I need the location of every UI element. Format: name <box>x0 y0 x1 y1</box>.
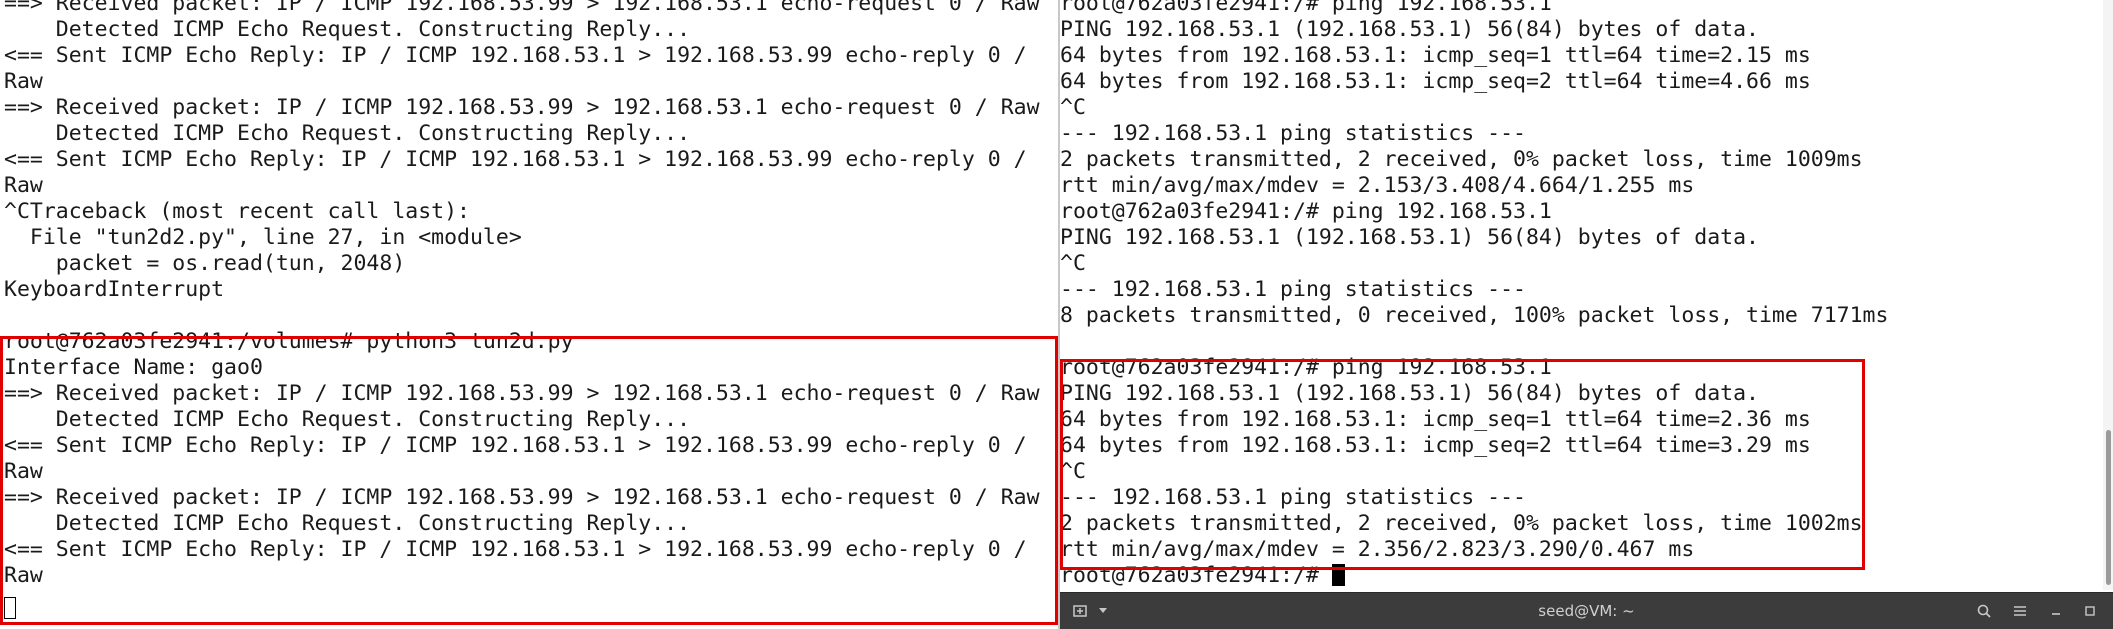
terminal-line: ==> Received packet: IP / ICMP 192.168.5… <box>4 0 1040 16</box>
right-terminal-pane[interactable]: root@762a03fe2941:/# ping 192.168.53.1 PI… <box>1060 0 2113 629</box>
terminal-cursor <box>1331 564 1345 586</box>
terminal-line: ^C <box>1060 459 1086 484</box>
terminal-line: <== Sent ICMP Echo Reply: IP / ICMP 192.… <box>4 43 1027 68</box>
terminal-prompt-line[interactable]: root@762a03fe2941:/# <box>1060 563 1888 589</box>
new-tab-icon[interactable] <box>1068 598 1092 624</box>
terminal-cursor-inactive <box>4 597 16 619</box>
terminal-line: <== Sent ICMP Echo Reply: IP / ICMP 192.… <box>4 147 1027 172</box>
terminal-line: root@762a03fe2941:/# ping 192.168.53.1 <box>1060 355 1552 380</box>
terminal-line: ^C <box>1060 95 1086 120</box>
terminal-line: ^C <box>1060 251 1086 276</box>
scrollbar-thumb[interactable] <box>2106 430 2111 585</box>
terminal-line: ^CTraceback (most recent call last): <box>4 199 470 224</box>
left-terminal-pane[interactable]: ==> Received packet: IP / ICMP 192.168.5… <box>0 0 1058 629</box>
terminal-line: ==> Received packet: IP / ICMP 192.168.5… <box>4 485 1040 510</box>
terminal-line: 64 bytes from 192.168.53.1: icmp_seq=2 t… <box>1060 69 1811 94</box>
minimize-icon[interactable] <box>2044 598 2068 624</box>
left-terminal-output: ==> Received packet: IP / ICMP 192.168.5… <box>4 0 1040 589</box>
terminal-line: 64 bytes from 192.168.53.1: icmp_seq=1 t… <box>1060 43 1811 68</box>
terminal-line: PING 192.168.53.1 (192.168.53.1) 56(84) … <box>1060 17 1759 42</box>
right-terminal-output: root@762a03fe2941:/# ping 192.168.53.1 PI… <box>1060 0 1888 589</box>
terminal-line: Raw <box>4 69 43 94</box>
terminal-line: root@762a03fe2941:/# ping 192.168.53.1 <box>1060 0 1552 16</box>
search-icon[interactable] <box>1972 598 1996 624</box>
window-title: seed@VM: ~ <box>1538 602 1635 620</box>
terminal-line: ==> Received packet: IP / ICMP 192.168.5… <box>4 95 1040 120</box>
terminal-line: Raw <box>4 459 43 484</box>
terminal-line: 2 packets transmitted, 2 received, 0% pa… <box>1060 511 1863 536</box>
terminal-line: 2 packets transmitted, 2 received, 0% pa… <box>1060 147 1863 172</box>
terminal-line: rtt min/avg/max/mdev = 2.356/2.823/3.290… <box>1060 537 1695 562</box>
terminal-line: File "tun2d2.py", line 27, in <module> <box>4 225 522 250</box>
terminal-line: <== Sent ICMP Echo Reply: IP / ICMP 192.… <box>4 537 1027 562</box>
terminal-line: root@762a03fe2941:/volumes# python3 tun2… <box>4 329 574 354</box>
terminal-line: PING 192.168.53.1 (192.168.53.1) 56(84) … <box>1060 381 1759 406</box>
terminal-line: --- 192.168.53.1 ping statistics --- <box>1060 277 1526 302</box>
terminal-line: Detected ICMP Echo Request. Constructing… <box>4 17 691 42</box>
terminal-line: KeyboardInterrupt <box>4 277 225 302</box>
terminal-line: PING 192.168.53.1 (192.168.53.1) 56(84) … <box>1060 225 1759 250</box>
terminal-line: Raw <box>4 563 43 588</box>
terminal-line: 64 bytes from 192.168.53.1: icmp_seq=1 t… <box>1060 407 1811 432</box>
terminal-line: packet = os.read(tun, 2048) <box>4 251 406 276</box>
chevron-down-icon[interactable] <box>1094 598 1112 624</box>
terminal-line: Interface Name: gao0 <box>4 355 263 380</box>
hamburger-icon[interactable] <box>2008 598 2032 624</box>
terminal-line: 8 packets transmitted, 0 received, 100% … <box>1060 303 1889 328</box>
terminal-tab-bar: seed@VM: ~ <box>1060 592 2113 629</box>
shell-prompt: root@762a03fe2941:/# <box>1060 563 1332 588</box>
terminal-line: Detected ICMP Echo Request. Constructing… <box>4 407 691 432</box>
maximize-icon[interactable] <box>2078 598 2102 624</box>
terminal-line: root@762a03fe2941:/# ping 192.168.53.1 <box>1060 199 1552 224</box>
terminal-line: --- 192.168.53.1 ping statistics --- <box>1060 121 1526 146</box>
terminal-line: 64 bytes from 192.168.53.1: icmp_seq=2 t… <box>1060 433 1811 458</box>
terminal-line: Detected ICMP Echo Request. Constructing… <box>4 121 691 146</box>
terminal-line: rtt min/avg/max/mdev = 2.153/3.408/4.664… <box>1060 173 1695 198</box>
terminal-line: Raw <box>4 173 43 198</box>
terminal-line: --- 192.168.53.1 ping statistics --- <box>1060 485 1526 510</box>
terminal-line: Detected ICMP Echo Request. Constructing… <box>4 511 691 536</box>
scrollbar-track[interactable] <box>2103 0 2113 590</box>
terminal-line: <== Sent ICMP Echo Reply: IP / ICMP 192.… <box>4 433 1027 458</box>
terminal-line: ==> Received packet: IP / ICMP 192.168.5… <box>4 381 1040 406</box>
